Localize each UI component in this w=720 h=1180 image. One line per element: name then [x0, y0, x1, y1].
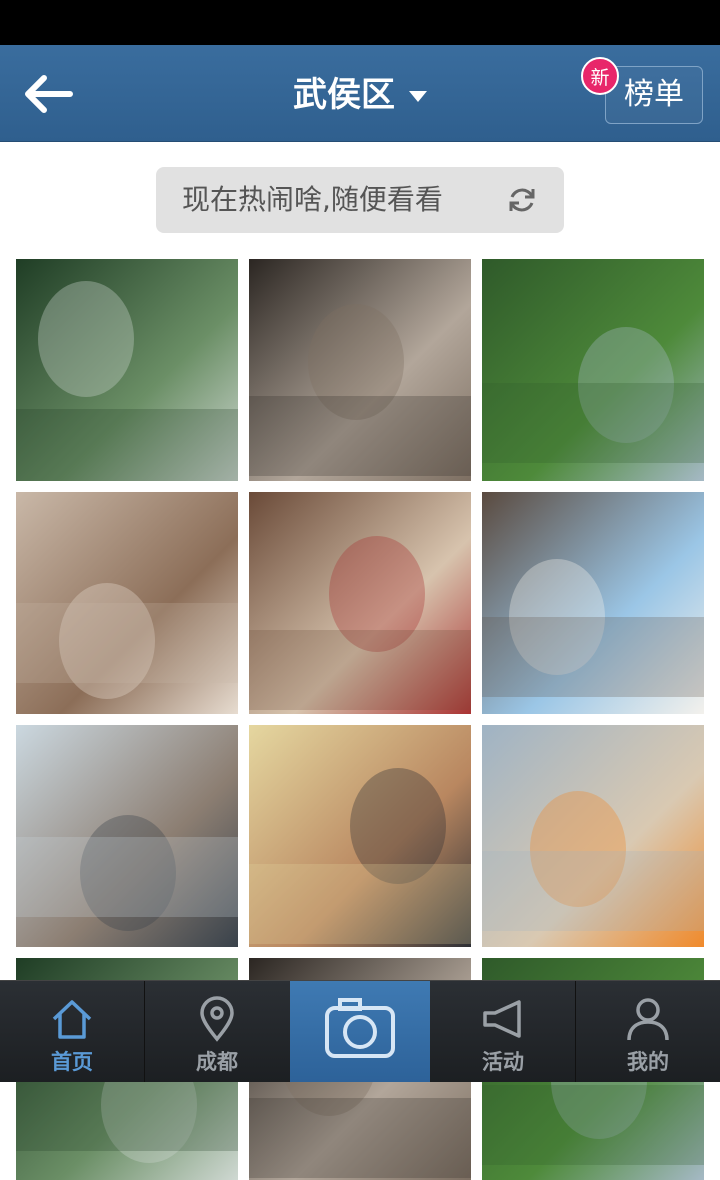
photo-thumbnail[interactable] — [16, 725, 238, 947]
tab-me-label: 我的 — [627, 1050, 669, 1074]
camera-button[interactable] — [290, 981, 430, 1082]
tab-city-label: 成都 — [196, 1050, 238, 1074]
tab-city[interactable]: 成都 — [145, 981, 289, 1082]
photo-thumbnail[interactable] — [16, 492, 238, 714]
tab-home[interactable]: 首页 — [0, 981, 144, 1082]
photo-thumbnail[interactable] — [249, 725, 471, 947]
camera-icon — [325, 998, 395, 1058]
dropdown-caret-icon — [409, 91, 427, 102]
tab-home-label: 首页 — [51, 1050, 93, 1074]
navigation-bar: 武侯区 榜单 新 — [0, 45, 720, 142]
photo-thumbnail[interactable] — [16, 259, 238, 481]
megaphone-icon — [483, 1000, 521, 1038]
home-icon — [52, 1000, 92, 1039]
browse-random-button[interactable]: 现在热闹啥,随便看看 — [156, 167, 564, 233]
tab-events[interactable]: 活动 — [431, 981, 575, 1082]
photo-thumbnail[interactable] — [482, 725, 704, 947]
bottom-tab-bar: 首页 成都 活动 我的 — [0, 980, 720, 1082]
user-icon — [627, 998, 669, 1041]
photo-thumbnail[interactable] — [482, 492, 704, 714]
photo-thumbnail[interactable] — [249, 492, 471, 714]
status-bar — [0, 0, 720, 45]
tab-me[interactable]: 我的 — [576, 981, 720, 1082]
browse-random-label: 现在热闹啥,随便看看 — [182, 183, 443, 216]
tab-events-label: 活动 — [482, 1050, 524, 1074]
photo-thumbnail[interactable] — [482, 259, 704, 481]
leaderboard-button[interactable]: 榜单 — [605, 66, 703, 124]
page-title: 武侯区 — [293, 75, 395, 115]
refresh-icon — [509, 188, 535, 212]
new-badge: 新 — [581, 57, 619, 95]
photo-thumbnail[interactable] — [249, 259, 471, 481]
location-pin-icon — [200, 996, 234, 1042]
